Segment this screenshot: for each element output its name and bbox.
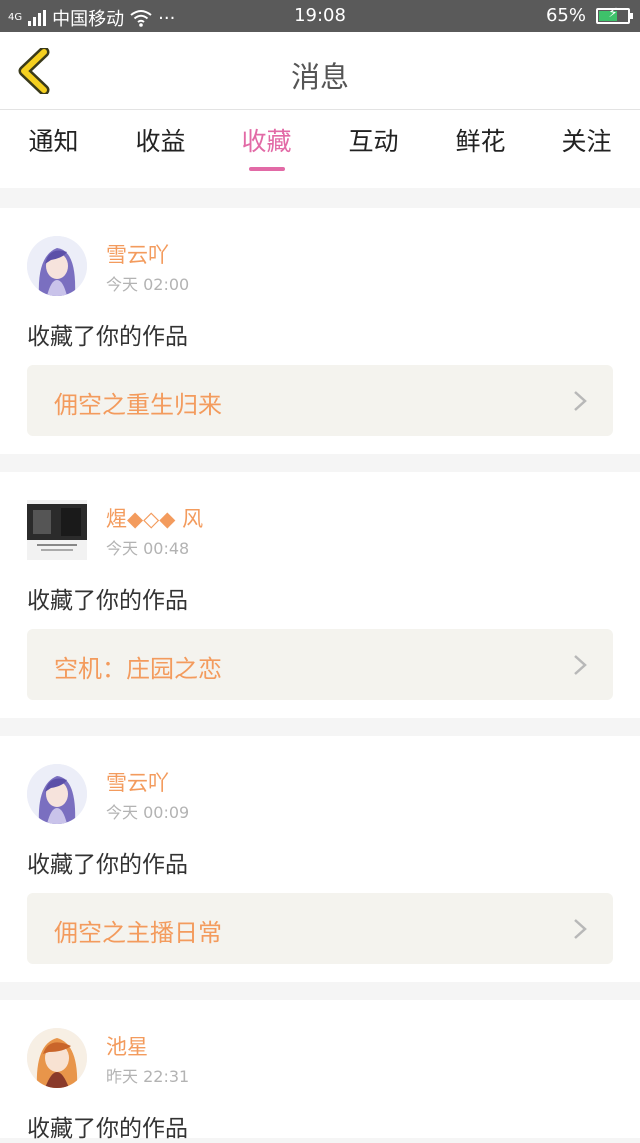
battery-icon: ⚡: [596, 6, 633, 24]
anime-girl-avatar-icon: [27, 764, 87, 824]
status-bar: 4G 中国移动 ··· 19:08 65% ⚡: [0, 0, 640, 32]
chevron-right-icon: [574, 919, 587, 939]
active-tab-indicator: [248, 167, 285, 171]
tab-following[interactable]: 关注: [533, 122, 640, 158]
tab-bar: 通知 收益 收藏 互动 鲜花 关注: [0, 110, 640, 188]
message-time: 昨天 22:31: [106, 1067, 190, 1086]
avatar[interactable]: [27, 236, 87, 296]
chevron-right-icon: [574, 655, 587, 675]
work-link[interactable]: 佣空之主播日常: [27, 893, 613, 964]
tab-notifications[interactable]: 通知: [0, 122, 107, 158]
action-text: 收藏了你的作品: [27, 852, 188, 878]
action-text: 收藏了你的作品: [27, 324, 188, 350]
message-card: 雪云吖 今天 02:00 收藏了你的作品 佣空之重生归来: [0, 208, 640, 454]
avatar[interactable]: [27, 500, 87, 560]
message-card: 雪云吖 今天 00:09 收藏了你的作品 佣空之主播日常: [0, 736, 640, 982]
avatar[interactable]: [27, 764, 87, 824]
message-card: 池星 昨天 22:31 收藏了你的作品: [0, 1000, 640, 1142]
anime-girl-avatar-icon: [27, 1028, 87, 1088]
action-text: 收藏了你的作品: [27, 588, 188, 614]
username[interactable]: 煋◆◇◆ 风: [106, 503, 203, 533]
nav-header: 消息: [0, 32, 640, 110]
work-title: 佣空之主播日常: [54, 919, 222, 947]
tab-earnings[interactable]: 收益: [107, 122, 214, 158]
tab-favorites[interactable]: 收藏: [213, 122, 320, 171]
message-time: 今天 02:00: [106, 275, 190, 294]
username[interactable]: 雪云吖: [106, 239, 169, 269]
username[interactable]: 池星: [106, 1031, 148, 1061]
tab-interactions[interactable]: 互动: [320, 122, 427, 158]
message-time: 今天 00:48: [106, 539, 190, 558]
message-card: 煋◆◇◆ 风 今天 00:48 收藏了你的作品 空机：庄园之恋: [0, 472, 640, 718]
work-title: 佣空之重生归来: [54, 391, 222, 419]
username[interactable]: 雪云吖: [106, 767, 169, 797]
tab-flowers[interactable]: 鲜花: [427, 122, 534, 158]
clock: 19:08: [294, 5, 346, 26]
work-link[interactable]: 佣空之重生归来: [27, 365, 613, 436]
avatar[interactable]: [27, 1028, 87, 1088]
chevron-right-icon: [574, 391, 587, 411]
work-link[interactable]: 空机：庄园之恋: [27, 629, 613, 700]
page-title: 消息: [290, 60, 349, 94]
dark-photo-avatar-icon: [27, 500, 87, 560]
message-time: 今天 00:09: [106, 803, 190, 822]
work-title: 空机：庄园之恋: [54, 655, 222, 683]
anime-girl-avatar-icon: [27, 236, 87, 296]
battery-percent: 65%: [545, 5, 586, 26]
